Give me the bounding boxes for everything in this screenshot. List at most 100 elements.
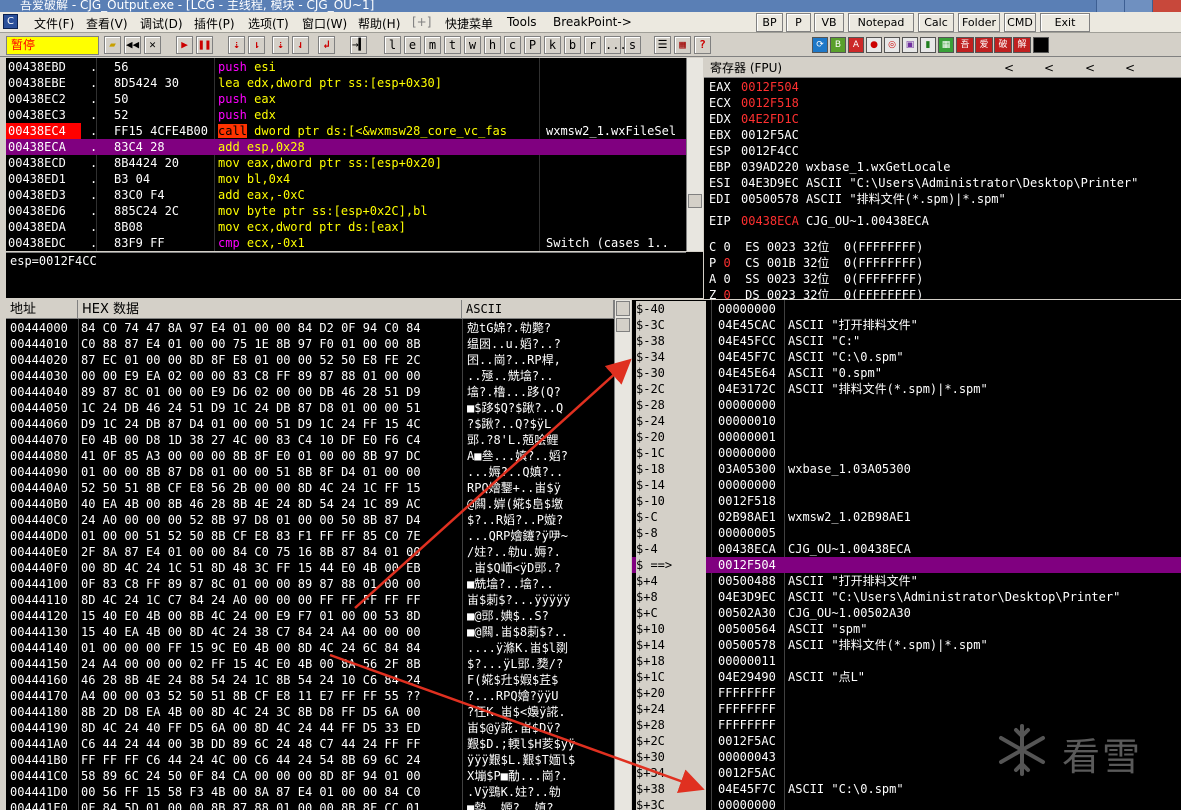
dump-row[interactable]: 00444190 8D 4C 24 40 FF D5 6A 00 8D 4C 24… (6, 720, 614, 736)
trace-over-icon[interactable]: ⇃ (292, 36, 309, 54)
dump-row[interactable]: 004440B0 40 EA 4B 00 8B 46 28 8B 4E 24 8D… (6, 496, 614, 512)
stack-row[interactable]: $-4 00438ECA CJG_OU~1.00438ECA (632, 541, 1181, 557)
dump-row[interactable]: 00444070 E0 4B 00 D8 1D 38 27 4C 00 83 C4… (6, 432, 614, 448)
bar-icon[interactable]: ▮ (920, 37, 936, 53)
register-row[interactable]: EDI 00500578 ASCII "排料文件(*.spm)|*.spm" (709, 191, 1006, 207)
stack-row[interactable]: $+8 04E3D9EC ASCII "C:\Users\Administrator… (632, 589, 1181, 605)
dump-row[interactable]: 00444150 24 A4 00 00 00 02 FF 15 4C E0 4B… (6, 656, 614, 672)
dump-row[interactable]: 00444080 41 0F 85 A3 00 00 00 8B 8F E0 01… (6, 448, 614, 464)
dump-row[interactable]: 00444160 46 28 8B 4E 24 88 54 24 1C 8B 54… (6, 672, 614, 688)
registers-arrow-3[interactable]: < (1085, 58, 1095, 78)
menu-view[interactable]: 查看(V) (86, 15, 128, 32)
dump-row[interactable]: 004440F0 00 8D 4C 24 1C 51 8D 48 3C FF 15… (6, 560, 614, 576)
stack-row[interactable]: $-38 04E45FCC ASCII "C:" (632, 333, 1181, 349)
stack-row[interactable]: $+38 04E45F7C ASCII "C:\0.spm" (632, 781, 1181, 797)
step-over-icon[interactable]: ⇂ (248, 36, 265, 54)
hex-dump-scrollbar[interactable] (614, 300, 631, 810)
dump-row[interactable]: 00444030 00 00 E9 EA 02 00 00 83 C8 FF 89… (6, 368, 614, 384)
stack-row[interactable]: $+18 00000011 (632, 653, 1181, 669)
dump-row[interactable]: 00444090 01 00 00 8B 87 D8 01 00 00 51 8B… (6, 464, 614, 480)
disassembly-scrollbar[interactable] (686, 58, 703, 251)
trace-into-icon[interactable]: ⇣ (272, 36, 289, 54)
target-icon[interactable]: ◎ (884, 37, 900, 53)
dump-row[interactable]: 004441B0 FF FF FF C6 44 24 4C 00 C6 44 24… (6, 752, 614, 768)
close-window-button[interactable] (1152, 0, 1181, 12)
stack-row[interactable]: $+3C 00000000 (632, 797, 1181, 810)
stack-row[interactable]: $-24 00000010 (632, 413, 1181, 429)
stack-row[interactable]: $+C 00502A30 CJG_OU~1.00502A30 (632, 605, 1181, 621)
dump-row[interactable]: 00444120 15 40 E0 4B 00 8B 4C 24 00 E9 F7… (6, 608, 614, 624)
app-icon[interactable]: C (3, 14, 18, 29)
goto-icon[interactable]: →▍ (350, 36, 367, 54)
dump-row[interactable]: 004440D0 01 00 00 51 52 50 8B CF E8 83 F1… (6, 528, 614, 544)
flag-row[interactable]: C 0 ES 0023 32位 0(FFFFFFFF) (709, 239, 923, 255)
window-references-button[interactable]: r (584, 36, 601, 54)
flag-row[interactable]: P 0 CS 001B 32位 0(FFFFFFFF) (709, 255, 923, 271)
window-log-button[interactable]: l (384, 36, 401, 54)
dump-row[interactable]: 00444000 84 C0 74 47 8A 97 E4 01 00 00 84… (6, 320, 614, 336)
flag-row[interactable]: A 0 SS 0023 32位 0(FFFFFFFF) (709, 271, 923, 287)
ai-char-icon[interactable]: 爱 (975, 37, 993, 53)
window-breakpoints-button[interactable]: b (564, 36, 581, 54)
register-row[interactable]: EDX 04E2FD1C (709, 111, 806, 127)
dump-row[interactable]: 00444050 1C 24 DB 46 24 51 D9 1C 24 DB 87… (6, 400, 614, 416)
dump-header-address[interactable]: 地址 (6, 300, 78, 319)
disasm-row[interactable]: 00438ED1. B3 04 mov bl,0x4 (6, 171, 686, 187)
disasm-row[interactable]: 00438EC4. FF15 4CFE4B00 call dword ptr ds:… (6, 123, 686, 139)
wu-char-icon[interactable]: 吾 (956, 37, 974, 53)
window-callstack-button[interactable]: k (544, 36, 561, 54)
dump-row[interactable]: 004441E0 0F 84 5D 01 00 00 8B 87 88 01 00… (6, 800, 614, 810)
window-runtrace-button[interactable]: ... (604, 36, 627, 54)
disasm-row[interactable]: 00438ECD. 8B4424 20 mov eax,dword ptr ss:[… (6, 155, 686, 171)
refresh-icon[interactable]: ⟳ (812, 37, 828, 53)
close-icon[interactable]: ✕ (144, 36, 161, 54)
dump-header-ascii[interactable]: ASCII (462, 300, 614, 319)
stack-row[interactable]: $-2C 04E3172C ASCII "排料文件(*.spm)|*.spm" (632, 381, 1181, 397)
stack-row[interactable]: $-8 00000005 (632, 525, 1181, 541)
jie-char-icon[interactable]: 解 (1013, 37, 1031, 53)
po-char-icon[interactable]: 破 (994, 37, 1012, 53)
register-row[interactable]: EIP 00438ECA CJG_OU~1.00438ECA (709, 213, 929, 229)
window-windows-button[interactable]: w (464, 36, 481, 54)
dump-row[interactable]: 00444100 0F 83 C8 FF 89 87 8C 01 00 00 89… (6, 576, 614, 592)
dump-header-hex[interactable]: HEX 数据 (78, 300, 462, 319)
disasm-row[interactable]: 00438EC3. 52 push edx (6, 107, 686, 123)
hex-dump-pane[interactable]: 地址 HEX 数据 ASCII 00444000 84 C0 74 47 8A 9… (6, 300, 614, 810)
plugin-a-icon[interactable]: A (848, 37, 864, 53)
stack-row[interactable]: $-14 00000000 (632, 477, 1181, 493)
dump-row[interactable]: 004440A0 52 50 51 8B CF E8 56 2B 00 00 8D… (6, 480, 614, 496)
dump-row[interactable]: 00444140 01 00 00 00 FF 15 9C E0 4B 00 8D… (6, 640, 614, 656)
open-icon[interactable]: ▰ (104, 36, 121, 54)
disasm-row[interactable]: 00438EBE. 8D5424 30 lea edx,dword ptr ss:[… (6, 75, 686, 91)
disasm-row[interactable]: 00438ED3. 83C0 F4 add eax,-0xC (6, 187, 686, 203)
window-handles-button[interactable]: h (484, 36, 501, 54)
window-cpu-button[interactable]: c (504, 36, 521, 54)
stack-row[interactable]: $+4 00500488 ASCII "打开排料文件" (632, 573, 1181, 589)
disassembly-pane[interactable]: 00438EBD. 56 push esi 00438EBE. 8D5424 30 lea… (6, 58, 686, 251)
plugin-exit-button[interactable]: Exit (1040, 13, 1090, 32)
dump-row[interactable]: 00444170 A4 00 00 03 52 50 51 8B CF E8 11… (6, 688, 614, 704)
menu-debug[interactable]: 调试(D) (140, 15, 183, 32)
menu-help[interactable]: 帮助(H) (358, 15, 400, 32)
register-row[interactable]: ECX 0012F518 (709, 95, 806, 111)
stack-row[interactable]: $+24 FFFFFFFF (632, 701, 1181, 717)
menu-options[interactable]: 选项(T) (248, 15, 289, 32)
plugin-vb-button[interactable]: VB (814, 13, 844, 32)
menu-file[interactable]: 文件(F) (34, 15, 74, 32)
dump-row[interactable]: 00444040 89 87 8C 01 00 00 E9 D6 02 00 00… (6, 384, 614, 400)
execute-till-return-icon[interactable]: ↲ (318, 36, 335, 54)
dump-row[interactable]: 004441C0 58 89 6C 24 50 0F 84 CA 00 00 00… (6, 768, 614, 784)
window-modules-button[interactable]: e (404, 36, 421, 54)
plugin-b-icon[interactable]: B (830, 37, 846, 53)
dump-row[interactable]: 00444060 D9 1C 24 DB 87 D4 01 00 00 51 D9… (6, 416, 614, 432)
dump-row[interactable]: 00444020 87 EC 01 00 00 8D 8F E8 01 00 00… (6, 352, 614, 368)
dump-row[interactable]: 004440C0 24 A0 00 00 00 52 8B 97 D8 01 00… (6, 512, 614, 528)
registers-arrow-4[interactable]: < (1125, 58, 1135, 78)
plugin-bp-button[interactable]: BP (756, 13, 783, 32)
stack-row[interactable]: $-3C 04E45CAC ASCII "打开排料文件" (632, 317, 1181, 333)
stack-row[interactable]: $-20 00000001 (632, 429, 1181, 445)
window-threads-button[interactable]: t (444, 36, 461, 54)
menu-tools[interactable]: Tools (507, 15, 537, 29)
register-row[interactable]: ESP 0012F4CC (709, 143, 806, 159)
dump-row[interactable]: 00444110 8D 4C 24 1C C7 84 24 A0 00 00 00… (6, 592, 614, 608)
